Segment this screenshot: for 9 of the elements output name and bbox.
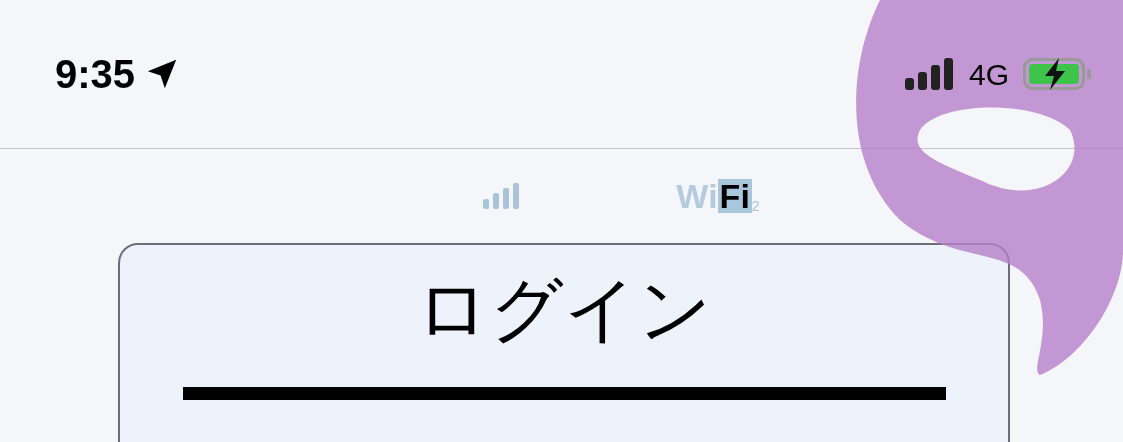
status-time: 9:35	[55, 51, 136, 98]
battery-charging-icon	[1023, 57, 1093, 91]
wifi-logo-text: Fi	[717, 179, 752, 213]
wifi-logo-subscript: 2	[751, 199, 760, 213]
login-title: ログイン	[416, 273, 712, 345]
signal-bars-icon	[483, 183, 522, 209]
network-type: 4G	[968, 56, 1009, 93]
cellular-signal-icon	[904, 58, 955, 90]
wifi-logo-text: Wi	[676, 179, 718, 213]
